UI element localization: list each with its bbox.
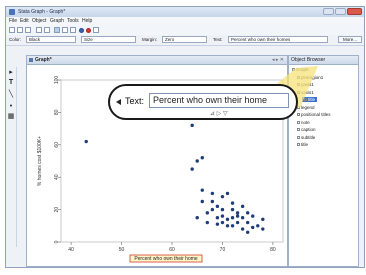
zoom-callout: Text: Percent who own their home ⊿ ▷ ▽ [108, 84, 298, 120]
callout-text-label: Text: [125, 96, 145, 106]
pointer-arrow-icon [116, 99, 121, 105]
callout-wedge [262, 66, 318, 108]
callout-text-field[interactable]: Percent who own their home [149, 93, 289, 108]
text-format-icons: ⊿ ▷ ▽ [210, 111, 228, 117]
